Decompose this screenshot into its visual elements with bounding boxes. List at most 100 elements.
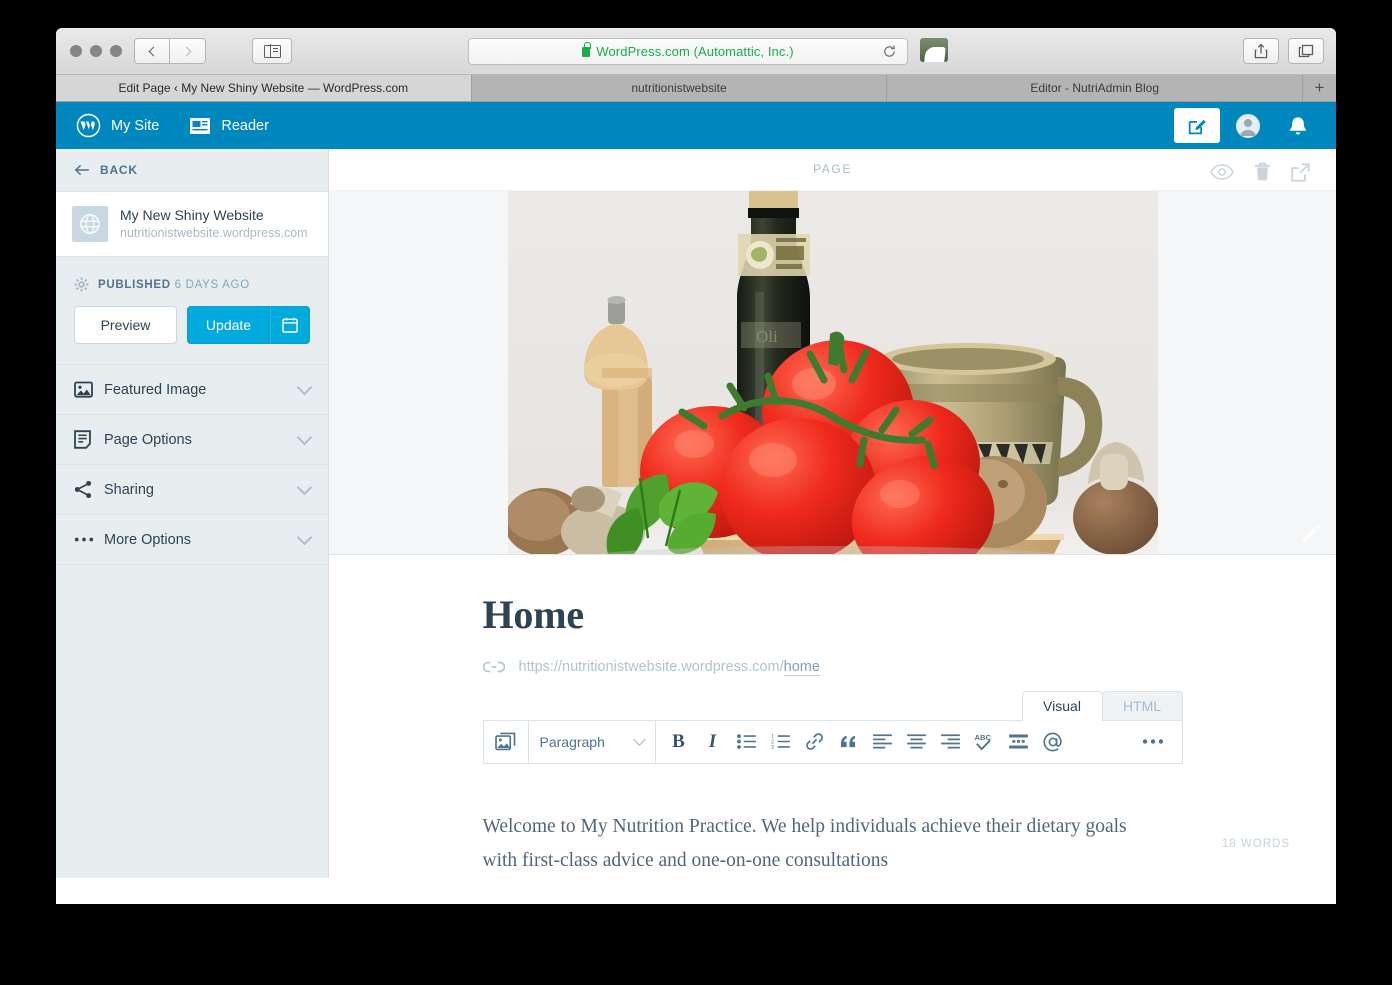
window-traffic-lights: [70, 45, 122, 57]
new-tab-button[interactable]: +: [1303, 75, 1336, 101]
write-post-button[interactable]: [1174, 108, 1220, 143]
gear-icon: [74, 277, 89, 292]
page-title[interactable]: Home: [483, 592, 1183, 637]
reload-icon[interactable]: [882, 44, 897, 59]
add-media-button[interactable]: [484, 720, 528, 764]
preview-button[interactable]: Preview: [74, 306, 177, 344]
back-nav-button[interactable]: BACK: [56, 149, 328, 192]
align-left-icon: [873, 734, 892, 749]
permalink-text: https://nutritionistwebsite.wordpress.co…: [518, 658, 820, 676]
maximize-window-button[interactable]: [110, 45, 122, 57]
lock-icon: [582, 41, 591, 57]
site-url: nutritionistwebsite.wordpress.com: [120, 226, 308, 240]
update-button-group: Update: [187, 306, 310, 344]
external-link-icon: [1291, 162, 1310, 182]
featured-image-region[interactable]: Oli: [329, 190, 1336, 555]
food-still-life-illustration: Oli: [507, 190, 1158, 554]
tab-html[interactable]: HTML: [1101, 690, 1183, 721]
reader-icon: [190, 117, 211, 134]
browser-tab-2[interactable]: nutritionistwebsite: [471, 75, 888, 101]
back-arrow-icon: [74, 164, 89, 176]
image-icon: [74, 381, 98, 398]
notifications-button[interactable]: [1276, 102, 1320, 149]
back-button[interactable]: [134, 38, 170, 64]
sidebar-item-sharing[interactable]: Sharing: [56, 465, 328, 515]
site-card[interactable]: My New Shiny Website nutritionistwebsite…: [56, 192, 328, 257]
link-button[interactable]: [798, 720, 832, 764]
tab-visual[interactable]: Visual: [1021, 690, 1103, 721]
update-button[interactable]: Update: [187, 306, 270, 344]
blockquote-button[interactable]: [832, 720, 866, 764]
pencil-icon[interactable]: [1300, 522, 1322, 544]
share-button[interactable]: [1243, 38, 1279, 64]
editor-mode-tabs: Visual HTML: [483, 690, 1183, 721]
sidebar-item-label: Page Options: [104, 431, 192, 448]
align-center-button[interactable]: [900, 720, 934, 764]
align-center-icon: [907, 734, 926, 749]
editor-toolbar: Paragraph B I 1 2 3 ABC: [482, 719, 1183, 764]
spellcheck-button[interactable]: ABC: [968, 720, 1002, 764]
back-label: BACK: [100, 163, 138, 177]
chevron-down-icon: [296, 429, 313, 445]
featured-image: Oli: [507, 190, 1158, 554]
permalink-slug[interactable]: home: [783, 658, 820, 676]
publish-actions: Preview Update: [56, 292, 328, 364]
browser-toolbar: WordPress.com (Automattic, Inc.): [56, 28, 1336, 75]
minimize-window-button[interactable]: [90, 45, 102, 57]
mention-button[interactable]: [1036, 720, 1070, 764]
schedule-button[interactable]: [270, 306, 310, 344]
permalink-prefix: https://nutritionistwebsite.wordpress.co…: [518, 658, 784, 675]
back-arrow-icon: [148, 46, 159, 56]
browser-tab-1[interactable]: Edit Page ‹ My New Shiny Website — WordP…: [56, 75, 472, 101]
sidebar-item-featured-image[interactable]: Featured Image: [56, 365, 328, 415]
open-external-button[interactable]: [1291, 162, 1310, 182]
preview-eye-button[interactable]: [1210, 164, 1234, 180]
editor-header-actions: [1210, 149, 1310, 195]
word-count-wrap: 18 WORDS: [1222, 834, 1290, 852]
sidebar-item-label: Featured Image: [104, 381, 207, 398]
forward-button[interactable]: [170, 38, 206, 64]
publish-status-row: PUBLISHED 6 DAYS AGO: [56, 257, 328, 292]
address-bar[interactable]: WordPress.com (Automattic, Inc.): [468, 38, 908, 65]
sidebar-item-label: More Options: [104, 531, 192, 548]
chevron-down-icon: [296, 529, 313, 545]
site-avatar: [72, 206, 108, 242]
bullet-list-button[interactable]: [730, 720, 764, 764]
italic-icon: I: [708, 730, 717, 752]
svg-text:3: 3: [771, 745, 774, 749]
sidebar-item-more-options[interactable]: More Options: [56, 515, 328, 565]
bold-button[interactable]: B: [662, 720, 696, 764]
browser-tab-3[interactable]: Editor - NutriAdmin Blog: [887, 75, 1304, 101]
share-nodes-icon: [74, 480, 98, 499]
numbered-list-button[interactable]: 1 2 3: [764, 720, 798, 764]
tab-overview-button[interactable]: [1288, 38, 1324, 64]
align-right-button[interactable]: [934, 720, 968, 764]
editor-layout: BACK My New Shiny Website nutritionistwe…: [56, 149, 1336, 878]
insert-read-more-button[interactable]: [1002, 720, 1036, 764]
chevron-down-icon: [632, 733, 646, 747]
permalink-row[interactable]: https://nutritionistwebsite.wordpress.co…: [482, 658, 1183, 676]
page-type-label: PAGE: [813, 162, 852, 177]
editor-content-area: Home https://nutritionistwebsite.wordpre…: [329, 554, 1336, 878]
align-left-button[interactable]: [866, 720, 900, 764]
sidebar-item-page-options[interactable]: Page Options: [56, 415, 328, 465]
forward-arrow-icon: [181, 46, 191, 56]
reader-nav-item[interactable]: Reader: [189, 116, 269, 136]
tab-strip: Edit Page ‹ My New Shiny Website — WordP…: [56, 75, 1336, 102]
paragraph-format-dropdown[interactable]: Paragraph: [529, 720, 655, 764]
sidebar-toggle-button[interactable]: [252, 38, 292, 64]
navigation-buttons: [134, 38, 206, 64]
bold-icon: B: [672, 730, 685, 752]
extension-thumbnail-icon[interactable]: [920, 38, 948, 62]
account-avatar-button[interactable]: [1226, 102, 1270, 149]
delete-page-button[interactable]: [1254, 162, 1271, 182]
close-window-button[interactable]: [70, 45, 82, 57]
more-tools-button[interactable]: [1136, 720, 1170, 764]
post-body-text[interactable]: Welcome to My Nutrition Practice. We hel…: [483, 810, 1143, 878]
italic-button[interactable]: I: [696, 720, 730, 764]
avatar-icon: [1236, 113, 1260, 138]
image-stack-icon: [495, 732, 516, 751]
my-site-nav-item[interactable]: My Site: [76, 113, 159, 138]
status-badge: PUBLISHED 6 DAYS AGO: [98, 279, 250, 291]
browser-window: WordPress.com (Automattic, Inc.) Edit Pa…: [56, 28, 1336, 904]
